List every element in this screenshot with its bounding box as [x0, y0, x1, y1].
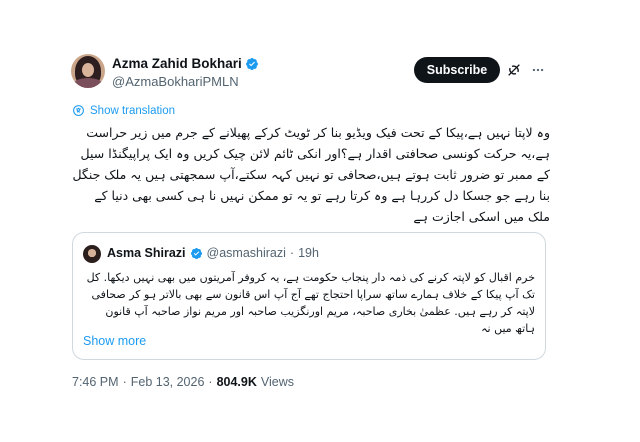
verified-badge-icon — [245, 57, 258, 70]
more-dots-icon[interactable] — [530, 63, 546, 77]
tweet-date[interactable]: Feb 13, 2026 — [131, 375, 205, 389]
quoted-author-handle[interactable]: @asmashirazi — [207, 246, 286, 260]
quoted-tweet-card[interactable]: Asma Shirazi @asmashirazi · 19h خرم اقبا… — [72, 232, 546, 360]
show-translation-link[interactable]: Show translation — [72, 104, 175, 117]
tweet-time[interactable]: 7:46 PM — [72, 375, 119, 389]
translate-icon — [73, 105, 84, 116]
quoted-tweet-text: خرم اقبال کو لاپتہ کرنے کی ذمہ دار پنجاب… — [86, 271, 535, 335]
separator-dot: · — [208, 375, 213, 389]
separator-dot: · — [122, 375, 127, 389]
tweet: Azma Zahid Bokhari @AzmaBokhariPMLN Subs… — [0, 0, 640, 442]
show-translation-label[interactable]: Show translation — [90, 105, 175, 117]
author-display-name[interactable]: Azma Zahid Bokhari — [112, 56, 259, 71]
subscribe-button[interactable]: Subscribe — [414, 57, 500, 83]
quoted-tweet-header: Asma Shirazi @asmashirazi · 19h — [107, 246, 319, 260]
tweet-text: وہ لاپتا نہیں ہے،پیکا کے تحت فیک ویڈیو ب… — [72, 125, 550, 224]
views-count: 804.9K — [216, 375, 257, 389]
quoted-author-name[interactable]: Asma Shirazi — [107, 246, 186, 260]
views-label: Views — [260, 375, 295, 389]
grok-icon[interactable] — [506, 62, 522, 78]
quoted-author-avatar[interactable] — [83, 245, 101, 263]
author-avatar[interactable] — [71, 54, 105, 88]
avatar-face-shape — [82, 63, 94, 77]
author-name-block: Azma Zahid Bokhari @AzmaBokhariPMLN — [112, 56, 259, 89]
avatar-body-shape — [73, 78, 103, 88]
quoted-tweet-time[interactable]: 19h — [298, 246, 319, 260]
author-name-text[interactable]: Azma Zahid Bokhari — [112, 56, 242, 71]
verified-badge-icon — [190, 247, 202, 259]
tweet-meta: 7:46 PM · Feb 13, 2026 · 804.9K Views — [72, 375, 294, 389]
show-more-link[interactable]: Show more — [83, 334, 146, 348]
author-handle[interactable]: @AzmaBokhariPMLN — [112, 74, 259, 89]
separator-dot: · — [289, 246, 295, 260]
